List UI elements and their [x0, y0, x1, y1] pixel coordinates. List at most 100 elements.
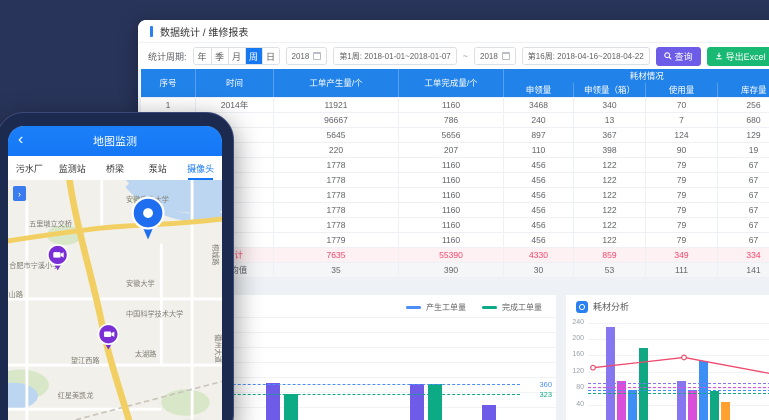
breadcrumb-accent — [150, 26, 153, 37]
pie-chart-icon — [576, 301, 588, 313]
report-table: 序号时间工单产生量/个工单完成量/个耗材情况申领量申领量（箱）使用量库存量 12… — [140, 69, 769, 278]
map-view[interactable]: 五里墩立交桥合肥市宁溪小学黄山路安徽农业大学安徽大学中国科学技术大学望江西路太湖… — [8, 180, 222, 420]
filter-bar: 统计周期: 年季月周日 2018 第1周: 2018-01-01~2018-01… — [138, 43, 769, 69]
year-start-select[interactable]: 2018 — [286, 47, 328, 65]
reference-line — [588, 387, 769, 388]
map-label: 望江西路 — [71, 356, 100, 365]
map-label: 桐城路 — [211, 244, 220, 265]
period-segmented-control: 年季月周日 — [193, 47, 280, 65]
table-row: 56455656897367124129 — [141, 127, 769, 142]
mobile-header: ‹ 地图监测 — [8, 126, 222, 156]
map-label: 安徽大学 — [126, 279, 155, 288]
gridline — [588, 355, 769, 356]
map-label: 太湖路 — [135, 349, 156, 358]
tab-污水厂[interactable]: 污水厂 — [8, 156, 51, 180]
y-tick-label: 80 — [568, 384, 584, 391]
table-row: 177811604561227967 — [141, 202, 769, 217]
table-header: 序号时间工单产生量/个工单完成量/个耗材情况申领量申领量（箱）使用量库存量 — [141, 69, 769, 97]
legend-line-icon — [406, 306, 421, 309]
download-icon — [715, 52, 723, 60]
period-option-月[interactable]: 月 — [228, 48, 245, 64]
mobile-tab-bar: 污水厂监测站桥梁泵站摄像头 — [8, 156, 222, 180]
column-header: 序号 — [141, 69, 196, 97]
sub-column-header: 使用量 — [646, 83, 718, 97]
sub-column-header: 库存量 — [718, 83, 769, 97]
tab-摄像头[interactable]: 摄像头 — [179, 156, 222, 180]
chart-title-row: 耗材分析 — [566, 295, 769, 313]
map-label: 黄山路 — [8, 290, 23, 299]
y-tick-label: 160 — [568, 351, 584, 358]
y-tick-label: 40 — [568, 401, 584, 408]
table-row: 12014年119211160346834070256 — [141, 97, 769, 112]
reference-line — [588, 383, 769, 384]
back-icon[interactable]: ‹ — [18, 130, 23, 150]
tab-桥梁[interactable]: 桥梁 — [94, 156, 137, 180]
tab-监测站[interactable]: 监测站 — [51, 156, 94, 180]
week-end-input[interactable]: 第16周: 2018-04-16~2018-04-22 — [522, 47, 650, 65]
table-row: 96667786240137680 — [141, 112, 769, 127]
sub-column-header: 申领量（箱） — [574, 83, 646, 97]
group-header: 耗材情况 — [504, 69, 769, 83]
average-row: 平均值353903053111141 — [141, 262, 769, 277]
breadcrumb-bar: 数据统计 / 维修报表 — [138, 20, 769, 43]
table-row: 2202071103989019 — [141, 142, 769, 157]
period-option-周[interactable]: 周 — [245, 48, 262, 64]
period-option-季[interactable]: 季 — [211, 48, 228, 64]
bar-产生工单量 — [410, 384, 424, 420]
total-row: 合计7635553904330859349334 — [141, 247, 769, 262]
week-start-input[interactable]: 第1周: 2018-01-01~2018-01-07 — [333, 47, 456, 65]
gridline — [588, 372, 769, 373]
tab-泵站[interactable]: 泵站 — [136, 156, 179, 180]
table-body: 12014年1192111603468340702569666778624013… — [141, 97, 769, 277]
reference-line — [588, 393, 769, 394]
gridline — [588, 323, 769, 324]
reference-line — [588, 390, 769, 391]
bar-产生工单量 — [482, 405, 496, 420]
range-separator: ~ — [463, 51, 468, 61]
consumable-bar — [628, 390, 637, 420]
map-expand-button[interactable]: › — [13, 186, 26, 201]
map-label: 中国科学技术大学 — [126, 310, 183, 319]
chart-legend: 产生工单量完成工单量 — [406, 302, 542, 313]
map-canvas[interactable]: 五里墩立交桥合肥市宁溪小学黄山路安徽农业大学安徽大学中国科学技术大学望江西路太湖… — [8, 180, 222, 420]
sub-column-header: 申领量 — [504, 83, 574, 97]
period-option-年[interactable]: 年 — [194, 48, 211, 64]
consumable-bar — [721, 402, 730, 420]
column-header: 时间 — [196, 69, 274, 97]
legend-item: 完成工单量 — [482, 302, 542, 313]
calendar-icon — [502, 52, 510, 60]
map-label: 红星美凯龙 — [58, 391, 94, 400]
search-icon — [664, 52, 672, 60]
consumable-bar-line-chart: 40 80 120 160 200 240 — [566, 317, 769, 420]
query-button[interactable]: 查询 — [656, 47, 701, 66]
consumable-bar — [710, 391, 719, 420]
y-tick-label: 200 — [568, 335, 584, 342]
table-row: 177811604561227967 — [141, 172, 769, 187]
bar-完成工单量 — [284, 394, 298, 420]
breadcrumb: 数据统计 / 维修报表 — [160, 24, 248, 39]
legend-line-icon — [482, 306, 497, 309]
column-header: 工单完成量/个 — [399, 69, 504, 97]
consumable-bar — [606, 327, 615, 420]
bar-完成工单量 — [428, 384, 442, 420]
table-row: 177811604561227967 — [141, 187, 769, 202]
column-header: 工单产生量/个 — [274, 69, 399, 97]
gridline — [588, 339, 769, 340]
export-excel-button[interactable]: 导出Excel — [707, 47, 769, 66]
filter-label: 统计周期: — [148, 50, 187, 63]
map-label: 徽州大道 — [213, 334, 222, 363]
consumable-chart-card: 耗材分析 40 80 120 160 200 240 — [566, 295, 769, 420]
bar-产生工单量 — [266, 383, 280, 420]
map-label: 五里墩立交桥 — [29, 219, 72, 228]
year-end-select[interactable]: 2018 — [474, 47, 516, 65]
calendar-icon — [313, 52, 321, 60]
mobile-page-title: 地图监测 — [93, 133, 137, 149]
y-tick-label: 240 — [568, 319, 584, 326]
y-tick-label: 120 — [568, 368, 584, 375]
phone-screen: ‹ 地图监测 污水厂监测站桥梁泵站摄像头 — [8, 126, 222, 420]
table-row: 177911604561227967 — [141, 232, 769, 247]
table-row: 177811604561227967 — [141, 217, 769, 232]
period-option-日[interactable]: 日 — [262, 48, 279, 64]
chart-title: 耗材分析 — [593, 300, 629, 313]
phone-mockup: ‹ 地图监测 污水厂监测站桥梁泵站摄像头 — [0, 112, 234, 420]
